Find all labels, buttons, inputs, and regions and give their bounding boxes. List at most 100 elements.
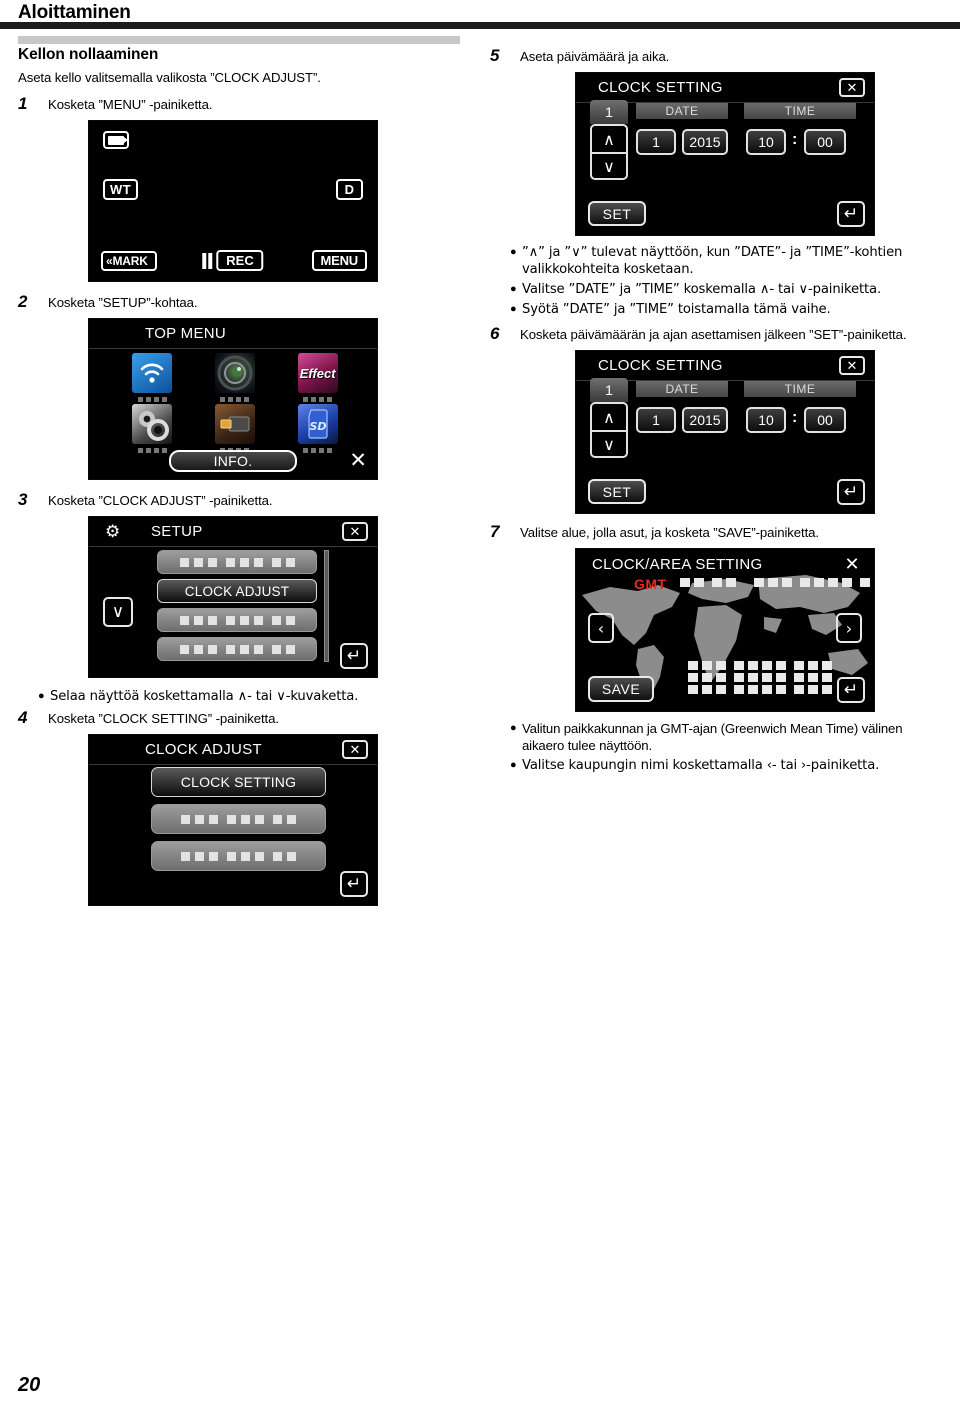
stepper-value: 1 [590, 100, 628, 124]
clock-adjust-header: CLOCK ADJUST [89, 735, 377, 765]
stepper-value: 1 [590, 378, 628, 402]
redacted-label [179, 557, 295, 567]
city-line-1-redacted [688, 661, 832, 670]
top-menu-item-usb[interactable] [202, 404, 269, 453]
usb-icon [214, 404, 255, 444]
prev-city-icon[interactable]: ‹ [588, 613, 614, 643]
gmt-label: GMT [634, 576, 667, 592]
bullet-dot: ● [510, 303, 517, 315]
step-7: 7 Valitse alue, jolla asut, ja kosketa ”… [490, 522, 945, 542]
back-icon[interactable]: ↵ [837, 479, 865, 505]
list-item[interactable] [151, 804, 326, 834]
bullet-arrows: ● ”∧” ja ”∨” tulevat näyttöön, kun ”DATE… [510, 244, 945, 278]
bullet-city: ● Valitse kaupungin nimi koskettamalla ‹… [510, 757, 945, 774]
stepper-up-icon[interactable]: ∧ [590, 124, 628, 152]
list-item-clock-setting[interactable]: CLOCK SETTING [151, 767, 326, 797]
section-lead: Aseta kello valitsemalla valikosta ”CLOC… [18, 70, 321, 85]
close-icon[interactable]: ✕ [349, 450, 367, 471]
back-icon[interactable]: ↵ [837, 677, 865, 703]
close-icon[interactable]: ✕ [839, 78, 865, 97]
close-icon[interactable]: ✕ [342, 740, 368, 759]
bullet-select: ● Valitse ”DATE” ja ”TIME” koskemalla ∧-… [510, 281, 945, 298]
bullet-dot: ● [510, 283, 517, 295]
menu-button[interactable]: MENU [311, 250, 367, 271]
back-icon[interactable]: ↵ [837, 201, 865, 227]
svg-text:SD: SD [309, 420, 326, 433]
back-icon[interactable]: ↵ [340, 643, 368, 669]
zoom-wt-icon[interactable]: WT [103, 179, 139, 200]
film-dots [137, 448, 167, 453]
top-menu-header: TOP MENU [89, 319, 377, 349]
bullet-dot: ● [510, 246, 517, 258]
date-label: DATE [636, 381, 728, 397]
save-button[interactable]: SAVE [588, 676, 654, 702]
redacted-label [179, 615, 295, 625]
film-dots [303, 397, 333, 402]
scroll-down-icon[interactable]: ∨ [103, 597, 133, 627]
date-year-field[interactable]: 2015 [682, 129, 728, 155]
stepper-up-icon[interactable]: ∧ [590, 402, 628, 430]
time-minute-field[interactable]: 00 [804, 407, 846, 433]
close-icon[interactable]: ✕ [342, 522, 368, 541]
list-item[interactable] [151, 841, 326, 871]
date-year-field[interactable]: 2015 [682, 407, 728, 433]
top-menu-item-setup[interactable] [119, 404, 186, 453]
top-menu-title: TOP MENU [145, 325, 227, 342]
time-hour-field[interactable]: 10 [746, 129, 786, 155]
bullet-gmt-text: Valitun paikkakunnan ja GMT-ajan (Greenw… [522, 721, 903, 753]
rec-button[interactable]: REC [216, 250, 264, 271]
section-rule [18, 36, 460, 44]
redacted-label [181, 814, 296, 824]
left-column: Kellon nollaaminen Aseta kello valitsema… [18, 46, 480, 916]
list-item[interactable] [157, 550, 317, 574]
step-6-text: Kosketa päivämäärän ja ajan asettamisen … [520, 327, 907, 342]
step-4-number: 4 [18, 708, 28, 727]
date-day-field[interactable]: 1 [636, 129, 676, 155]
clock-adjust-list: CLOCK SETTING [151, 767, 326, 878]
top-menu-item-wifi[interactable] [119, 353, 186, 402]
clock-area-header: CLOCK/AREA SETTING [576, 549, 874, 579]
date-day-field[interactable]: 1 [636, 407, 676, 433]
info-button[interactable]: INFO. [169, 450, 297, 472]
back-icon[interactable]: ↵ [340, 871, 368, 897]
city-line-2-redacted [688, 673, 832, 682]
time-label: TIME [744, 103, 856, 119]
time-minute-field[interactable]: 00 [804, 129, 846, 155]
close-icon[interactable]: ✕ [839, 554, 865, 573]
gear-icon: ⚙ [105, 522, 121, 542]
effect-icon-label: Effect [299, 365, 336, 381]
step-6: 6 Kosketa päivämäärän ja ajan asettamise… [490, 324, 945, 344]
time-hour-field[interactable]: 10 [746, 407, 786, 433]
mark-button[interactable]: «MARK [101, 251, 157, 271]
sd-card-icon: SD [297, 404, 338, 444]
screenshot-clock-setting-a: CLOCK SETTING ✕ 1 ∧ ∨ DATE TIME 1 2015 1… [575, 72, 875, 236]
top-menu-grid: Effect SD [119, 353, 351, 453]
set-button[interactable]: SET [588, 201, 646, 226]
bullet-select-text: Valitse ”DATE” ja ”TIME” koskemalla ∧- t… [522, 282, 882, 297]
set-button[interactable]: SET [588, 479, 646, 504]
clock-adjust-title: CLOCK ADJUST [145, 741, 262, 758]
screenshot-rec-standby: WT D «MARK REC MENU [88, 120, 378, 282]
stepper-down-icon[interactable]: ∨ [590, 152, 628, 180]
pause-icon[interactable] [202, 252, 213, 269]
bullet-scroll: ● Selaa näyttöä koskettamalla ∧- tai ∨-k… [38, 688, 480, 705]
list-item-clock-adjust[interactable]: CLOCK ADJUST [157, 579, 317, 603]
stepper-down-icon[interactable]: ∨ [590, 430, 628, 458]
next-city-icon[interactable]: › [836, 613, 862, 643]
city-line-3-redacted [688, 685, 832, 694]
bullet-gmt: ● Valitun paikkakunnan ja GMT-ajan (Gree… [510, 720, 945, 754]
list-item[interactable] [157, 637, 317, 661]
area-name-redacted [754, 578, 874, 587]
scrollbar[interactable] [324, 550, 329, 662]
display-d-icon[interactable]: D [335, 179, 363, 200]
close-icon[interactable]: ✕ [839, 356, 865, 375]
value-stepper: 1 ∧ ∨ [590, 100, 628, 180]
top-menu-item-sd-card[interactable]: SD [284, 404, 351, 453]
top-menu-item-recording[interactable] [202, 353, 269, 402]
list-item[interactable] [157, 608, 317, 632]
manual-page: Aloittaminen Kellon nollaaminen Aseta ke… [0, 0, 960, 1413]
wifi-icon [132, 353, 173, 393]
top-menu-item-effect[interactable]: Effect [284, 353, 351, 402]
screenshot-clock-adjust: CLOCK ADJUST ✕ CLOCK SETTING ↵ [88, 734, 378, 906]
header-rule [0, 22, 960, 29]
